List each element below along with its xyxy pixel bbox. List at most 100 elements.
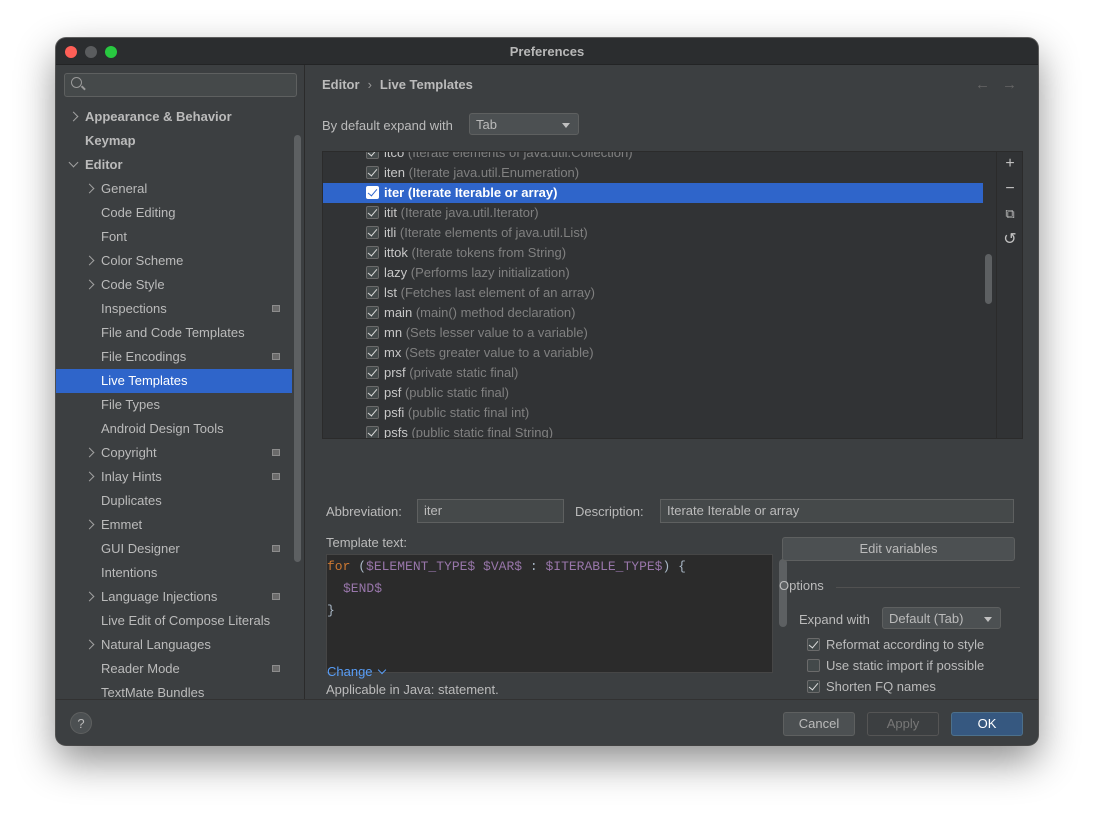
sidebar-item[interactable]: Intentions xyxy=(56,561,292,585)
breadcrumb-editor[interactable]: Editor xyxy=(322,77,360,92)
template-row[interactable]: psf (public static final) xyxy=(323,383,983,403)
sidebar-item[interactable]: File Encodings xyxy=(56,345,292,369)
reformat-checkbox[interactable] xyxy=(807,638,820,651)
apply-button[interactable]: Apply xyxy=(867,712,939,736)
template-row[interactable]: mx (Sets greater value to a variable) xyxy=(323,343,983,363)
sidebar-item[interactable]: Color Scheme xyxy=(56,249,292,273)
description-field[interactable]: Iterate Iterable or array xyxy=(660,499,1014,523)
template-enabled-checkbox[interactable] xyxy=(366,426,379,438)
sidebar-item[interactable]: General xyxy=(56,177,292,201)
static-import-checkbox[interactable] xyxy=(807,659,820,672)
template-row[interactable]: iten (Iterate java.util.Enumeration) xyxy=(323,163,983,183)
template-row[interactable]: ittok (Iterate tokens from String) xyxy=(323,243,983,263)
forward-arrow-icon[interactable]: → xyxy=(1002,76,1017,93)
sidebar-item[interactable]: Android Design Tools xyxy=(56,417,292,441)
template-enabled-checkbox[interactable] xyxy=(366,286,379,299)
sidebar-item[interactable]: Editor xyxy=(56,153,292,177)
sidebar-item[interactable]: File Types xyxy=(56,393,292,417)
template-description: (Iterate java.util.Iterator) xyxy=(400,205,539,220)
expand-with-select[interactable]: Default (Tab) xyxy=(882,607,1001,629)
sidebar-item[interactable]: Natural Languages xyxy=(56,633,292,657)
chevron-right-icon[interactable] xyxy=(84,591,95,602)
template-entry: ittok (Iterate tokens from String) xyxy=(384,243,566,263)
chevron-right-icon[interactable] xyxy=(84,471,95,482)
template-row[interactable]: lazy (Performs lazy initialization) xyxy=(323,263,983,283)
templates-list-scrollbar[interactable] xyxy=(985,254,992,304)
sidebar-item[interactable]: Language Injections xyxy=(56,585,292,609)
chevron-right-icon[interactable] xyxy=(84,519,95,530)
template-enabled-checkbox[interactable] xyxy=(366,266,379,279)
template-row[interactable]: iter (Iterate Iterable or array) xyxy=(323,183,983,203)
sidebar-item[interactable]: Appearance & Behavior xyxy=(56,105,292,129)
ok-button[interactable]: OK xyxy=(951,712,1023,736)
template-row[interactable]: itit (Iterate java.util.Iterator) xyxy=(323,203,983,223)
template-row[interactable]: main (main() method declaration) xyxy=(323,303,983,323)
sidebar-item[interactable]: Code Style xyxy=(56,273,292,297)
default-expand-select[interactable]: Tab xyxy=(469,113,579,135)
template-abbreviation: psf xyxy=(384,385,402,400)
template-text-editor[interactable]: for ($ELEMENT_TYPE$ $VAR$ : $ITERABLE_TY… xyxy=(326,554,787,673)
sidebar-item[interactable]: Keymap xyxy=(56,129,292,153)
chevron-right-icon[interactable] xyxy=(84,183,95,194)
sidebar-item[interactable]: Live Edit of Compose Literals xyxy=(56,609,292,633)
template-abbreviation: lazy xyxy=(384,265,408,280)
sidebar-item[interactable]: Inspections xyxy=(56,297,292,321)
template-row[interactable]: itco (Iterate elements of java.util.Coll… xyxy=(323,151,983,163)
template-enabled-checkbox[interactable] xyxy=(366,406,379,419)
template-abbreviation: iten xyxy=(384,165,405,180)
sidebar-item[interactable]: Reader Mode xyxy=(56,657,292,681)
settings-search-input[interactable] xyxy=(64,73,297,97)
sidebar-item[interactable]: Emmet xyxy=(56,513,292,537)
template-enabled-checkbox[interactable] xyxy=(366,166,379,179)
template-enabled-checkbox[interactable] xyxy=(366,246,379,259)
template-row[interactable]: lst (Fetches last element of an array) xyxy=(323,283,983,303)
template-abbreviation: itco xyxy=(384,151,405,160)
abbreviation-field[interactable]: iter xyxy=(417,499,564,523)
template-enabled-checkbox[interactable] xyxy=(366,386,379,399)
template-enabled-checkbox[interactable] xyxy=(366,346,379,359)
template-row[interactable]: psfs (public static final String) xyxy=(323,423,983,438)
template-row[interactable]: itli (Iterate elements of java.util.List… xyxy=(323,223,983,243)
breadcrumb-live-templates: Live Templates xyxy=(379,77,473,92)
chevron-right-icon[interactable] xyxy=(84,447,95,458)
sidebar-item[interactable]: Copyright xyxy=(56,441,292,465)
sidebar-item-label: GUI Designer xyxy=(101,541,180,556)
change-context-link[interactable]: Change xyxy=(327,664,387,679)
sidebar-item[interactable]: Code Editing xyxy=(56,201,292,225)
sidebar-scrollbar[interactable] xyxy=(294,135,301,562)
help-button[interactable]: ? xyxy=(70,712,92,734)
template-enabled-checkbox[interactable] xyxy=(366,186,379,199)
template-enabled-checkbox[interactable] xyxy=(366,206,379,219)
sidebar-item[interactable]: File and Code Templates xyxy=(56,321,292,345)
sidebar-item[interactable]: Duplicates xyxy=(56,489,292,513)
back-arrow-icon[interactable]: ← xyxy=(975,76,990,93)
editor-scrollbar[interactable] xyxy=(779,559,787,627)
shorten-fq-checkbox[interactable] xyxy=(807,680,820,693)
template-row[interactable]: psfi (public static final int) xyxy=(323,403,983,423)
template-enabled-checkbox[interactable] xyxy=(366,306,379,319)
chevron-right-icon[interactable] xyxy=(84,639,95,650)
template-description: (Sets greater value to a variable) xyxy=(404,345,594,360)
add-template-icon[interactable]: + xyxy=(1002,156,1018,172)
template-enabled-checkbox[interactable] xyxy=(366,366,379,379)
sidebar-item[interactable]: Inlay Hints xyxy=(56,465,292,489)
sidebar-item[interactable]: GUI Designer xyxy=(56,537,292,561)
template-row[interactable]: mn (Sets lesser value to a variable) xyxy=(323,323,983,343)
template-enabled-checkbox[interactable] xyxy=(366,226,379,239)
chevron-right-icon[interactable] xyxy=(84,255,95,266)
sidebar-item[interactable]: Live Templates xyxy=(56,369,292,393)
remove-template-icon[interactable]: − xyxy=(1002,181,1018,197)
sidebar-item[interactable]: TextMate Bundles xyxy=(56,681,292,699)
chevron-right-icon[interactable] xyxy=(68,111,79,122)
edit-variables-button[interactable]: Edit variables xyxy=(782,537,1015,561)
template-row[interactable]: prsf (private static final) xyxy=(323,363,983,383)
code-paren: ( xyxy=(350,559,367,574)
restore-defaults-icon[interactable]: ↺ xyxy=(1002,232,1018,248)
chevron-right-icon[interactable] xyxy=(84,279,95,290)
template-enabled-checkbox[interactable] xyxy=(366,152,379,159)
chevron-down-icon[interactable] xyxy=(68,157,79,168)
copy-template-icon[interactable]: ⧉ xyxy=(1002,206,1018,222)
template-enabled-checkbox[interactable] xyxy=(366,326,379,339)
sidebar-item[interactable]: Font xyxy=(56,225,292,249)
cancel-button[interactable]: Cancel xyxy=(783,712,855,736)
